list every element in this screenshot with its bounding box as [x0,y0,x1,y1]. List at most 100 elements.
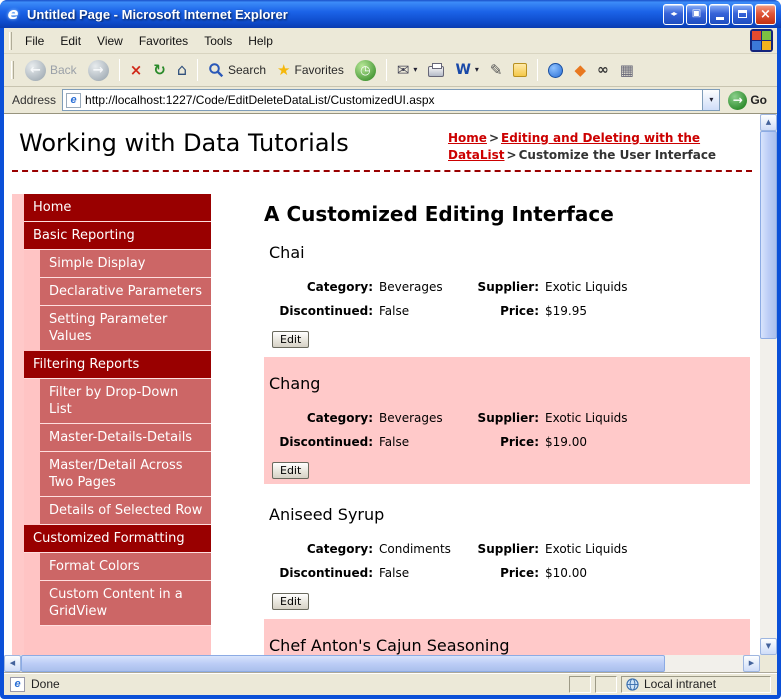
sidebar-nav: Home Basic Reporting Simple Display Declara… [12,194,211,655]
back-button[interactable]: ← Back [20,58,82,83]
status-cell [595,675,617,693]
edit-button[interactable]: Edit [272,593,310,610]
field-label: Supplier: [477,411,539,425]
page-title: A Customized Editing Interface [264,202,614,226]
scroll-left-button[interactable]: ◀ [4,655,21,672]
search-button[interactable]: Search [203,60,271,80]
horizontal-scroll-thumb[interactable] [21,655,665,672]
address-label: Address [12,93,57,107]
print-icon [428,63,445,77]
sidebar-stripe [12,194,24,655]
titlebar[interactable]: e Untitled Page - Microsoft Internet Exp… [0,0,781,28]
sidebar-item-filter-by-drop-down-list[interactable]: Filter by Drop-Down List [40,379,211,424]
sidebar-item-master-details-details[interactable]: Master-Details-Details [40,424,211,452]
product-item-chai: Chai Category: Beverages Supplier: Exotic Li… [264,226,750,353]
menu-items: File Edit View Favorites Tools Help [17,31,281,51]
addon-button-2[interactable]: ◆ [569,61,591,80]
menu-bar: File Edit View Favorites Tools Help [4,28,777,54]
sidebar-item-declarative-parameters[interactable]: Declarative Parameters [40,278,211,306]
edit-pencil-icon: ✎ [489,60,503,79]
product-name: Chef Anton's Cajun Seasoning [269,636,510,655]
mail-button[interactable]: ✉ ▾ [392,61,423,80]
menu-help[interactable]: Help [240,31,281,51]
addon-button-3[interactable]: ∞ [592,61,614,79]
notes-icon [513,63,528,77]
stop-icon: × [129,60,143,79]
scroll-right-button[interactable]: ▶ [743,655,760,672]
maximize-button[interactable] [732,3,753,25]
titlebar-extra-button-2[interactable]: ▣ [686,3,707,25]
titlebar-extra-button-1[interactable]: ◂▸ [663,3,684,25]
sidebar-item-filtering-reports[interactable]: Filtering Reports [24,351,211,379]
sidebar-item-details-of-selected-row[interactable]: Details of Selected Row [40,497,211,525]
sidebar-item-format-colors[interactable]: Format Colors [40,553,211,581]
sidebar-item-master-detail-across-two-pages[interactable]: Master/Detail Across Two Pages [40,452,211,497]
print-button[interactable] [423,61,449,79]
field-label: Supplier: [477,280,539,294]
go-button[interactable]: → Go [726,90,772,110]
edit-button[interactable]: Edit [272,462,310,479]
products: Chai Category: Beverages Supplier: Exotic Li… [264,226,750,655]
document-icon: e [10,676,25,692]
zone-text: Local intranet [644,677,717,691]
minimize-button[interactable] [709,3,730,25]
edit-button[interactable]: Edit [272,331,310,348]
scroll-up-button[interactable]: ▲ [760,114,777,131]
sidebar-item-custom-content-in-a-gridview[interactable]: Custom Content in a GridView [40,581,211,626]
refresh-button[interactable]: ↻ [148,61,171,80]
menu-favorites[interactable]: Favorites [131,31,196,51]
menu-tools[interactable]: Tools [196,31,240,51]
sidebar-item-home[interactable]: Home [24,194,211,222]
status-left: e Done [8,676,565,692]
breadcrumb: Home > Editing and Deleting with the DataL… [448,130,750,164]
web-page: Working with Data Tutorials Home > Editing… [4,114,760,655]
vertical-scroll-thumb[interactable] [760,131,777,339]
back-icon: ← [25,59,46,81]
home-button[interactable]: ⌂ [172,60,192,80]
breadcrumb-home[interactable]: Home [448,131,487,145]
scrollbar-corner [760,655,777,672]
home-icon: ⌂ [176,60,187,79]
maximize-icon [738,10,747,18]
address-url[interactable]: http://localhost:1227/Code/EditDeleteDat… [85,93,698,107]
edit-page-button[interactable]: ✎ [485,61,508,80]
breadcrumb-customize-the-user-interface: Customize the User Interface [518,148,717,162]
field-value: False [379,566,410,580]
vertical-scrollbar[interactable]: ▲ ▼ [760,114,777,655]
menubar-gripper[interactable] [9,31,12,50]
sidebar-item-basic-reporting[interactable]: Basic Reporting [24,222,211,250]
sidebar-item-simple-display[interactable]: Simple Display [40,250,211,278]
windows-logo-icon [750,29,773,52]
address-input[interactable]: e http://localhost:1227/Code/EditDeleteD… [62,89,721,111]
history-icon: ◷ [354,59,376,81]
horizontal-scrollbar[interactable]: ◀ ▶ [4,655,760,672]
menu-file[interactable]: File [17,31,52,51]
stop-button[interactable]: × [125,61,148,80]
address-dropdown-button[interactable]: ▾ [702,90,720,110]
chevron-down-icon: ▾ [709,95,714,104]
favorites-button[interactable]: ★ Favorites [272,61,349,80]
search-icon [209,63,224,78]
go-arrow-icon: → [728,90,748,110]
back-label: Back [50,63,77,77]
scroll-down-button[interactable]: ▼ [760,638,777,655]
menu-view[interactable]: View [89,31,131,51]
field-label: Price: [500,304,539,318]
addon-button-4[interactable]: ▦ [615,61,639,80]
field-value: $19.00 [545,435,587,449]
sidebar-item-setting-parameter-values[interactable]: Setting Parameter Values [40,306,211,351]
word-edit-button[interactable]: W ▾ [450,61,483,79]
sidebar-item-customized-formatting[interactable]: Customized Formatting [24,525,211,553]
discuss-button[interactable] [508,61,532,79]
toolbar-separator [537,59,539,81]
field-value: Beverages [379,280,443,294]
menu-edit[interactable]: Edit [52,31,89,51]
messenger-button[interactable] [543,61,568,80]
history-button[interactable]: ◷ [350,58,381,83]
product-name: Aniseed Syrup [269,505,385,524]
field-value: Exotic Liquids [545,542,628,556]
close-button[interactable]: × [755,3,776,25]
vertical-scroll-track[interactable] [760,339,777,638]
forward-button[interactable]: → [83,58,114,83]
toolbar-gripper[interactable] [11,61,14,79]
